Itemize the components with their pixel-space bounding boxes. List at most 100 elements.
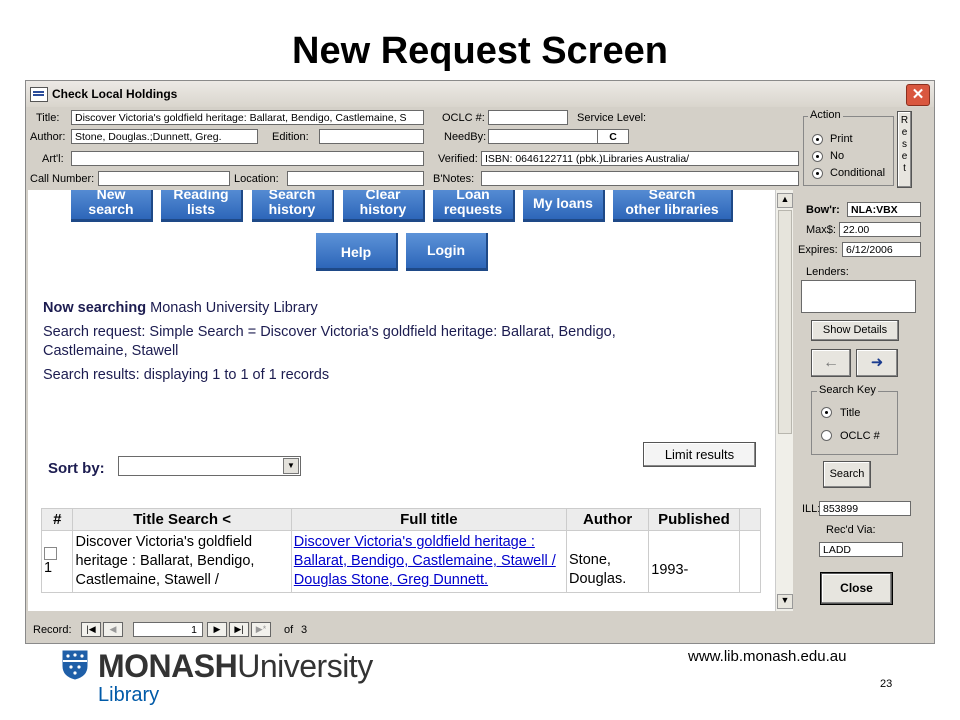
search-history-button[interactable]: Search history — [252, 190, 334, 222]
location-field[interactable] — [287, 171, 424, 186]
clear-history-button[interactable]: Clear history — [343, 190, 425, 222]
col-header-full-title[interactable]: Full title — [290, 508, 568, 531]
recd-via-field[interactable]: LADD — [819, 542, 903, 557]
now-searching-bold: Now searching — [43, 300, 147, 316]
oclc-label: OCLC #: — [442, 112, 485, 124]
expires-label: Expires: — [798, 244, 838, 256]
results-table: # Title Search < Full title Author Publi… — [40, 508, 762, 593]
reset-button[interactable]: R e s e t — [897, 111, 912, 188]
record-of-label: of — [284, 624, 294, 636]
action-conditional-radio[interactable] — [812, 168, 823, 179]
chevron-down-icon[interactable]: ▼ — [283, 458, 299, 474]
results-header-row: # Title Search < Full title Author Publi… — [40, 508, 762, 531]
reading-lists-button[interactable]: Reading lists — [161, 190, 243, 222]
lenders-label: Lenders: — [806, 266, 849, 278]
reset-letter: R — [900, 115, 909, 126]
search-button[interactable]: Search — [823, 461, 871, 488]
max-field[interactable]: 22.00 — [839, 222, 921, 237]
lenders-field[interactable] — [801, 280, 916, 313]
check-local-holdings-window: Check Local Holdings ✕ Title: Discover V… — [25, 80, 935, 644]
slide-title: New Request Screen — [292, 30, 668, 72]
nav-button-line1: My loans — [533, 195, 593, 211]
oclc-field[interactable] — [488, 110, 568, 125]
search-key-oclc-radio[interactable] — [821, 430, 832, 441]
login-button[interactable]: Login — [406, 233, 488, 271]
row-title-search: Discover Victoria's goldfield heritage :… — [72, 530, 292, 593]
nav-button-line2: search — [88, 201, 134, 217]
record-label: Record: — [33, 624, 72, 636]
call-number-label: Call Number: — [30, 173, 95, 185]
col-header-blank — [738, 508, 762, 531]
search-key-group — [811, 391, 898, 455]
loan-requests-button[interactable]: Loan requests — [433, 190, 515, 222]
ill-field[interactable]: 853899 — [819, 501, 911, 516]
expires-field[interactable]: 6/12/2006 — [842, 242, 921, 257]
search-key-title-radio[interactable] — [821, 407, 832, 418]
title-field[interactable]: Discover Victoria's goldfield heritage: … — [71, 110, 424, 125]
scroll-up-icon[interactable]: ▲ — [777, 193, 793, 208]
reset-letter: e — [901, 127, 908, 138]
new-record-icon[interactable]: ▶* — [251, 622, 271, 637]
row-full-title-link[interactable]: Discover Victoria's goldfield heritage :… — [290, 530, 568, 593]
col-header-author[interactable]: Author — [565, 508, 650, 531]
footer-url: www.lib.monash.edu.au — [688, 648, 847, 665]
verified-field[interactable]: ISBN: 0646122711 (pbk.)Libraries Austral… — [481, 151, 799, 166]
sort-by-label: Sort by: — [48, 460, 105, 477]
call-number-field[interactable] — [98, 171, 230, 186]
row-num-cell: 1 — [40, 530, 74, 593]
monash-logo-text: MONASHUniversity — [98, 648, 373, 685]
col-header-num[interactable]: # — [40, 508, 74, 531]
embedded-browser: New search Reading lists Search history … — [28, 190, 793, 611]
close-button[interactable]: Close — [821, 573, 892, 604]
monash-crest-icon — [62, 650, 88, 680]
now-searching-text: Now searching Monash University Library — [43, 300, 318, 316]
needby-label: NeedBy: — [444, 131, 487, 143]
edition-field[interactable] — [319, 129, 424, 144]
logo-bold: MONASH — [98, 648, 238, 684]
my-loans-button[interactable]: My loans — [523, 190, 605, 222]
artl-label: Art'l: — [42, 153, 64, 165]
arrow-left-icon[interactable]: ← — [811, 349, 851, 377]
nav-button-line2: lists — [186, 201, 215, 217]
service-level-field[interactable]: C — [597, 129, 629, 144]
help-button[interactable]: Help — [316, 233, 398, 271]
new-search-button[interactable]: New search — [71, 190, 153, 222]
artl-field[interactable] — [71, 151, 424, 166]
logo-light: University — [237, 648, 373, 684]
row-select-checkbox[interactable] — [44, 547, 57, 560]
col-header-published[interactable]: Published — [648, 508, 740, 531]
show-details-button[interactable]: Show Details — [811, 320, 899, 341]
last-record-icon[interactable]: ▶| — [229, 622, 249, 637]
window-close-button[interactable]: ✕ — [906, 84, 930, 106]
arrow-right-icon[interactable]: ➜ — [856, 349, 898, 377]
row-published: 1993- — [648, 530, 740, 593]
limit-results-button[interactable]: Limit results — [643, 442, 756, 467]
action-print-label: Print — [830, 133, 853, 145]
search-other-libraries-button[interactable]: Search other libraries — [613, 190, 733, 222]
sort-by-select[interactable] — [118, 456, 301, 476]
reset-letter: s — [902, 139, 907, 150]
scroll-down-icon[interactable]: ▼ — [777, 594, 793, 609]
bnotes-label: B'Notes: — [433, 173, 475, 185]
author-field[interactable]: Stone, Douglas.;Dunnett, Greg. — [71, 129, 258, 144]
col-header-title-search[interactable]: Title Search < — [72, 508, 292, 531]
action-group-label: Action — [808, 109, 843, 121]
browser-scrollbar[interactable]: ▲ ▼ — [775, 190, 793, 611]
edition-label: Edition: — [272, 131, 309, 143]
reset-letter: e — [901, 151, 908, 162]
borrower-field[interactable]: NLA:VBX — [847, 202, 921, 217]
borrower-label: Bow'r: — [806, 204, 840, 216]
record-number-field[interactable]: 1 — [133, 622, 203, 637]
needby-field[interactable] — [488, 129, 598, 144]
action-no-radio[interactable] — [812, 151, 823, 162]
action-conditional-label: Conditional — [830, 167, 886, 179]
action-print-radio[interactable] — [812, 134, 823, 145]
search-request-line1: Search request: Simple Search = Discover… — [43, 324, 616, 340]
max-label: Max$: — [806, 224, 836, 236]
scroll-thumb[interactable] — [778, 210, 792, 434]
row-num: 1 — [44, 560, 53, 576]
bnotes-field[interactable] — [481, 171, 799, 186]
next-record-icon[interactable]: ▶ — [207, 622, 227, 637]
prev-record-icon[interactable]: ◀ — [103, 622, 123, 637]
first-record-icon[interactable]: |◀ — [81, 622, 101, 637]
